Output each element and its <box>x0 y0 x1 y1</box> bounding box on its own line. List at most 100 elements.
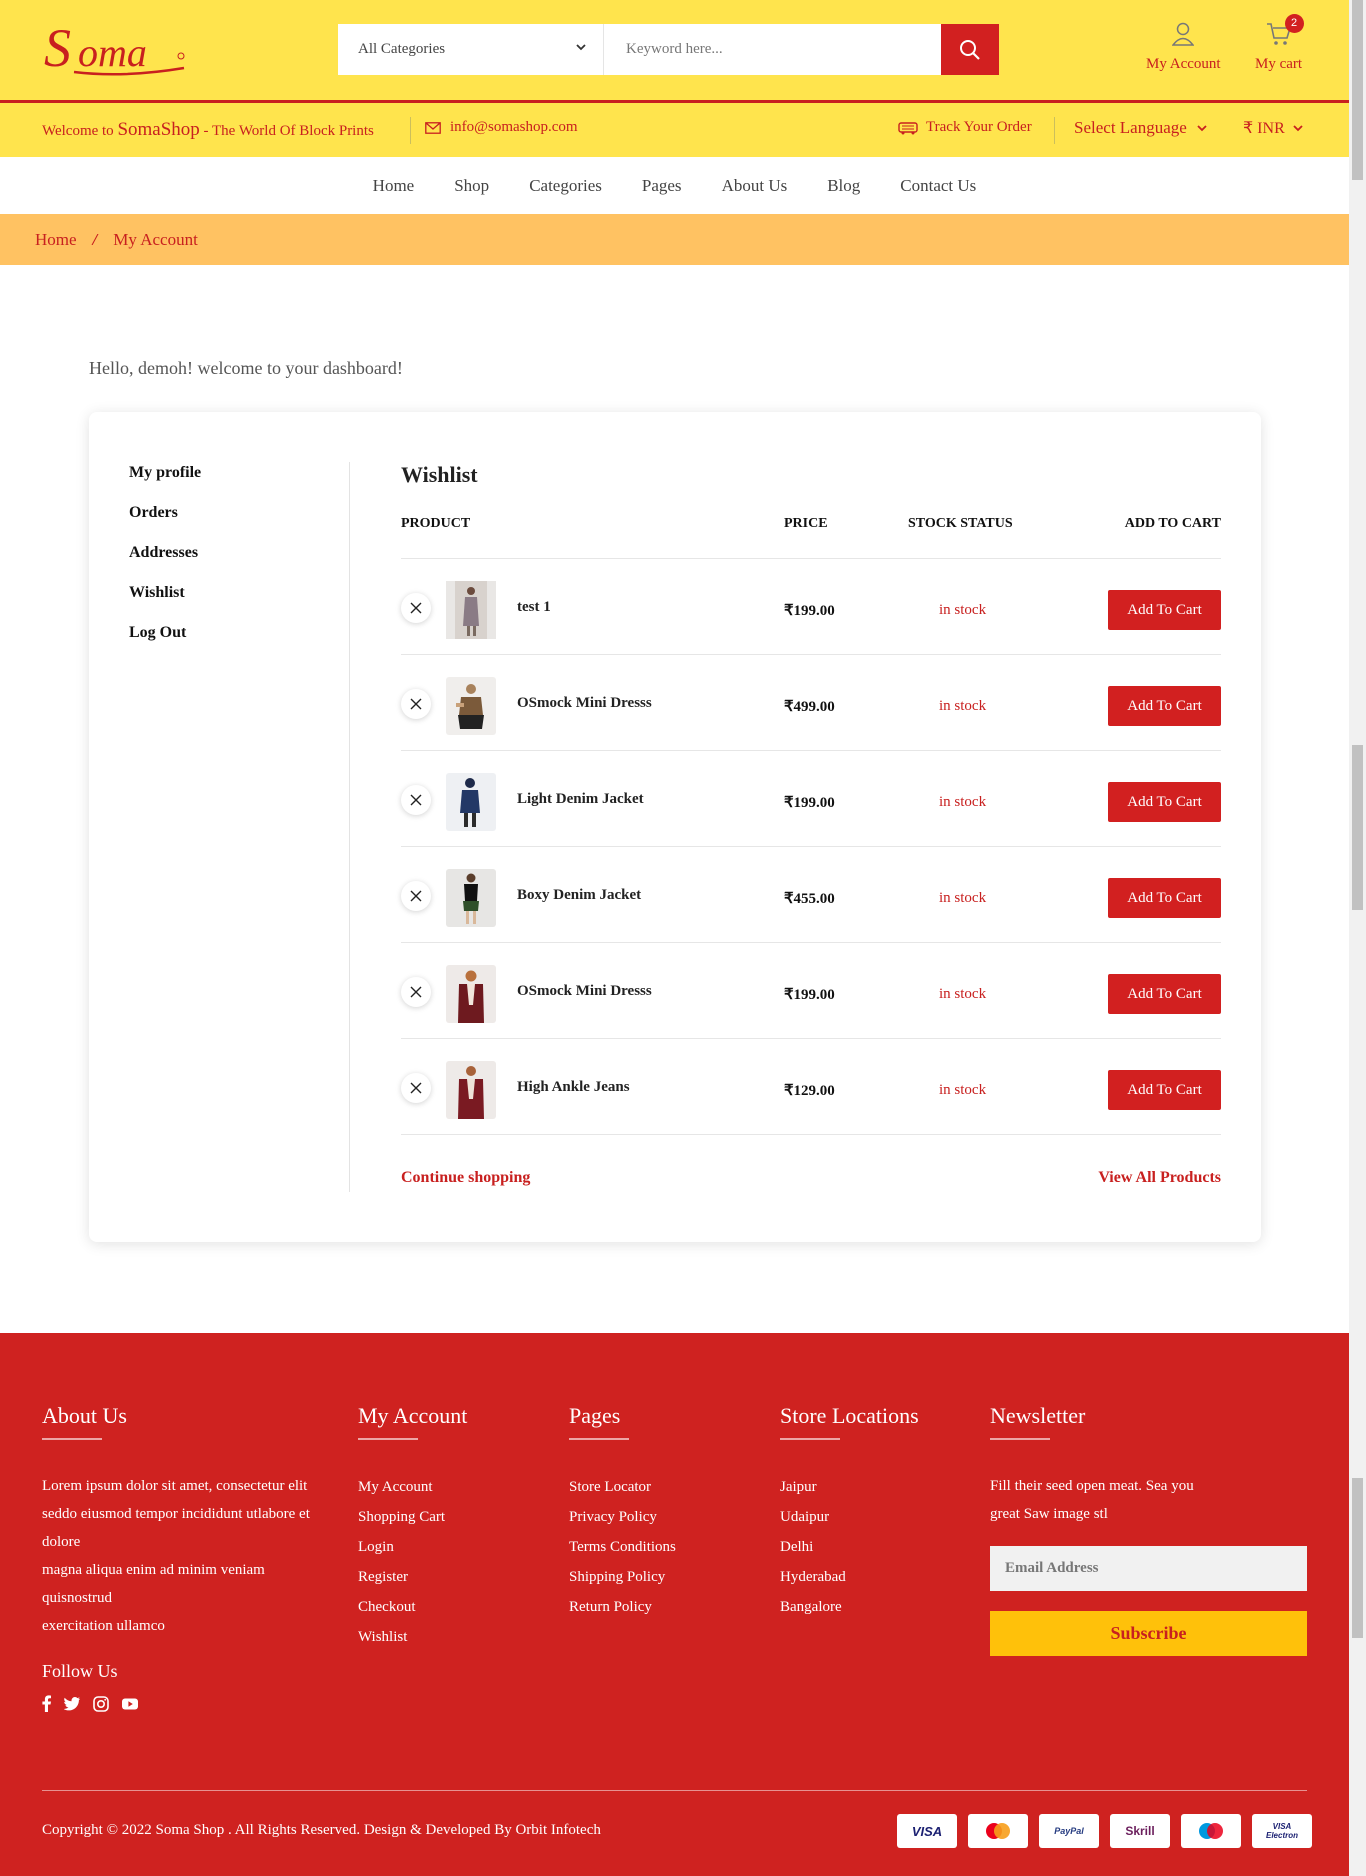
product-name[interactable]: Light Denim Jacket <box>517 791 644 808</box>
remove-item-button[interactable] <box>401 881 431 911</box>
column-stock-status: STOCK STATUS <box>908 516 1013 531</box>
view-all-products-link[interactable]: View All Products <box>1098 1169 1221 1187</box>
footer-link-login[interactable]: Login <box>358 1532 467 1562</box>
track-order-link[interactable]: Track Your Order <box>898 119 1032 136</box>
scrollbar-thumb[interactable] <box>1352 0 1363 180</box>
youtube-icon[interactable] <box>122 1698 138 1710</box>
add-to-cart-button[interactable]: Add To Cart <box>1108 590 1221 630</box>
search-input[interactable] <box>604 24 941 75</box>
footer-link-shipping-policy[interactable]: Shipping Policy <box>569 1562 676 1592</box>
payment-label: VISA Electron <box>1265 1822 1298 1840</box>
footer-link-store[interactable]: Udaipur <box>780 1502 919 1532</box>
product-name[interactable]: OSmock Mini Dresss <box>517 695 652 712</box>
footer-divider <box>42 1790 1307 1791</box>
product-image[interactable] <box>446 773 496 831</box>
currency-value: ₹ INR <box>1243 120 1285 137</box>
footer-link-store[interactable]: Delhi <box>780 1532 919 1562</box>
nav-shop[interactable]: Shop <box>454 176 489 196</box>
nav-pages[interactable]: Pages <box>642 176 682 196</box>
svg-text:S: S <box>44 18 71 78</box>
product-image[interactable] <box>446 581 496 639</box>
my-account-link[interactable]: My Account <box>1146 22 1221 73</box>
product-name[interactable]: High Ankle Jeans <box>517 1079 630 1096</box>
cart-count-badge: 2 <box>1284 14 1304 33</box>
add-to-cart-button[interactable]: Add To Cart <box>1108 686 1221 726</box>
subscribe-button[interactable]: Subscribe <box>990 1611 1307 1656</box>
product-image[interactable] <box>446 965 496 1023</box>
footer-link-checkout[interactable]: Checkout <box>358 1592 467 1622</box>
remove-item-button[interactable] <box>401 689 431 719</box>
instagram-icon[interactable] <box>93 1695 109 1712</box>
breadcrumb-home[interactable]: Home <box>35 230 77 250</box>
footer-link-store-locator[interactable]: Store Locator <box>569 1472 676 1502</box>
soma-logo[interactable]: S oma <box>44 16 192 82</box>
welcome-prefix: Welcome to <box>42 123 118 139</box>
footer-link-terms-conditions[interactable]: Terms Conditions <box>569 1532 676 1562</box>
sidebar-item-wishlist[interactable]: Wishlist <box>129 584 329 602</box>
add-to-cart-button[interactable]: Add To Cart <box>1108 782 1221 822</box>
divider <box>410 117 411 144</box>
page-scrollbar[interactable] <box>1349 0 1366 1876</box>
close-icon <box>410 794 422 806</box>
remove-item-button[interactable] <box>401 785 431 815</box>
dashboard-greeting: Hello, demoh! welcome to your dashboard! <box>89 358 403 378</box>
stock-status: in stock <box>939 986 987 1002</box>
newsletter-email-field[interactable] <box>990 1546 1307 1591</box>
add-to-cart-button[interactable]: Add To Cart <box>1108 1070 1221 1110</box>
footer-link-shopping-cart[interactable]: Shopping Cart <box>358 1502 467 1532</box>
sidebar-item-orders[interactable]: Orders <box>129 504 329 522</box>
remove-item-button[interactable] <box>401 593 431 623</box>
facebook-icon[interactable] <box>42 1695 51 1712</box>
nav-home[interactable]: Home <box>373 176 415 196</box>
product-name[interactable]: Boxy Denim Jacket <box>517 887 641 904</box>
nav-blog[interactable]: Blog <box>827 176 860 196</box>
footer-link-store[interactable]: Jaipur <box>780 1472 919 1502</box>
close-icon <box>410 602 422 614</box>
product-image[interactable] <box>446 1061 496 1119</box>
nav-categories[interactable]: Categories <box>529 176 602 196</box>
scrollbar-thumb[interactable] <box>1352 745 1363 910</box>
footer-link-store[interactable]: Bangalore <box>780 1592 919 1622</box>
add-to-cart-button[interactable]: Add To Cart <box>1108 878 1221 918</box>
remove-item-button[interactable] <box>401 1073 431 1103</box>
nav-contact-us[interactable]: Contact Us <box>900 176 976 196</box>
sidebar-item-log-out[interactable]: Log Out <box>129 624 329 642</box>
table-row: OSmock Mini Dresss ₹199.00 in stock Add … <box>401 942 1221 1038</box>
title-underline <box>42 1438 102 1440</box>
scrollbar-thumb[interactable] <box>1352 1478 1363 1638</box>
about-text-line: exercitation ullamco <box>42 1618 165 1634</box>
search-bar: All Categories <box>338 24 999 75</box>
stock-status: in stock <box>939 602 987 618</box>
continue-shopping-link[interactable]: Continue shopping <box>401 1169 530 1187</box>
product-price: ₹199.00 <box>784 795 835 811</box>
footer-link-register[interactable]: Register <box>358 1562 467 1592</box>
product-image[interactable] <box>446 677 496 735</box>
product-image[interactable] <box>446 869 496 927</box>
truck-icon <box>898 121 918 134</box>
table-row: Light Denim Jacket ₹199.00 in stock Add … <box>401 750 1221 846</box>
footer-link-return-policy[interactable]: Return Policy <box>569 1592 676 1622</box>
add-to-cart-button[interactable]: Add To Cart <box>1108 974 1221 1014</box>
language-select[interactable]: Select Language <box>1074 118 1207 138</box>
search-button[interactable] <box>941 24 999 75</box>
my-cart-link[interactable]: 2 My cart <box>1255 14 1304 73</box>
footer-link-store[interactable]: Hyderabad <box>780 1562 919 1592</box>
twitter-icon[interactable] <box>64 1696 80 1711</box>
sidebar-item-addresses[interactable]: Addresses <box>129 544 329 562</box>
table-row: OSmock Mini Dresss ₹499.00 in stock Add … <box>401 654 1221 750</box>
nav-about-us[interactable]: About Us <box>722 176 788 196</box>
title-underline <box>780 1438 840 1440</box>
product-name[interactable]: OSmock Mini Dresss <box>517 983 652 1000</box>
follow-us-label: Follow Us <box>42 1661 118 1681</box>
mastercard-icon <box>968 1814 1028 1848</box>
remove-item-button[interactable] <box>401 977 431 1007</box>
category-select[interactable]: All Categories <box>338 24 604 75</box>
product-name[interactable]: test 1 <box>517 599 551 616</box>
footer-link-privacy-policy[interactable]: Privacy Policy <box>569 1502 676 1532</box>
email-link[interactable]: info@somashop.com <box>425 119 578 136</box>
footer-link-my-account[interactable]: My Account <box>358 1472 467 1502</box>
payment-label: PayPal <box>1054 1826 1084 1836</box>
footer-link-wishlist[interactable]: Wishlist <box>358 1622 467 1652</box>
sidebar-item-my-profile[interactable]: My profile <box>129 464 329 482</box>
currency-select[interactable]: ₹ INR <box>1243 118 1303 138</box>
